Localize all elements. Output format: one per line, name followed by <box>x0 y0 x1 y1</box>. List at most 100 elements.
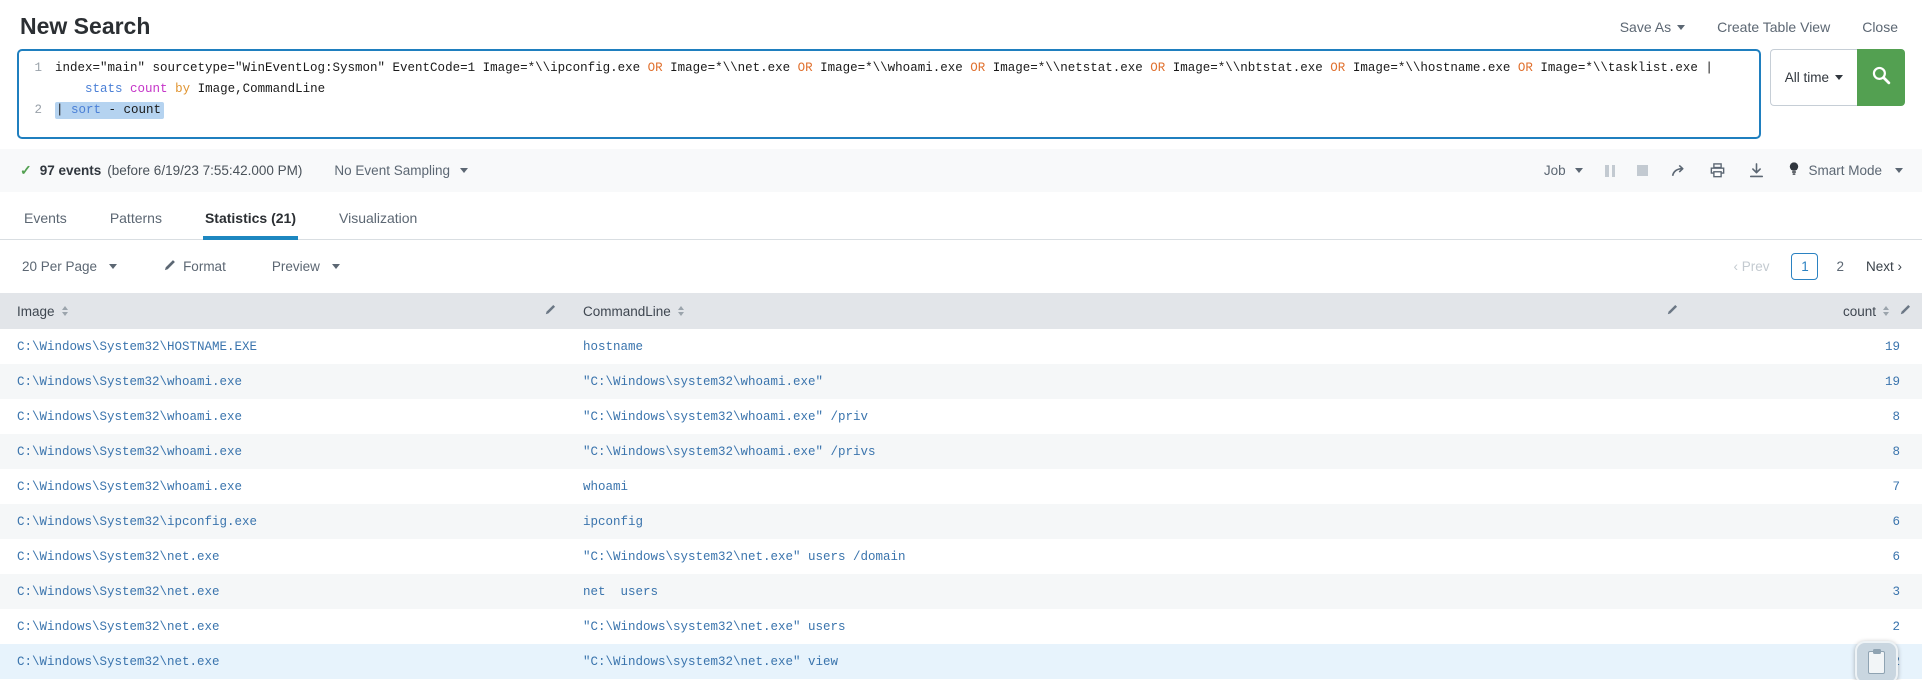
line-number: 2 <box>19 100 55 121</box>
pagination-pages: 12 <box>1791 253 1844 280</box>
page-button-2[interactable]: 2 <box>1836 259 1844 274</box>
events-count: 97 events <box>40 163 102 178</box>
tab-visualization[interactable]: Visualization <box>337 198 419 240</box>
table-row: C:\Windows\System32\net.exe"C:\Windows\s… <box>0 609 1922 644</box>
cell-image[interactable]: C:\Windows\System32\net.exe <box>0 644 566 679</box>
cell-commandline[interactable]: "C:\Windows\system32\whoami.exe" /privs <box>566 434 1688 469</box>
close-button[interactable]: Close <box>1862 19 1898 35</box>
time-range-picker[interactable]: All time <box>1770 49 1857 106</box>
cell-count[interactable]: 8 <box>1688 399 1922 434</box>
selected-text: | sort - count <box>55 102 164 119</box>
cell-commandline[interactable]: hostname <box>566 329 1688 364</box>
cell-image[interactable]: C:\Windows\System32\whoami.exe <box>0 469 566 504</box>
query-line: index="main" sourcetype="WinEventLog:Sys… <box>55 58 1713 79</box>
results-table: Image CommandLine count C:\Windows\Syste… <box>0 293 1922 679</box>
table-row: C:\Windows\System32\whoami.exe"C:\Window… <box>0 364 1922 399</box>
line-number: 1 <box>19 58 55 79</box>
caret-down-icon <box>1575 168 1583 173</box>
cell-count[interactable]: 7 <box>1688 469 1922 504</box>
share-icon[interactable] <box>1670 162 1687 179</box>
cell-image[interactable]: C:\Windows\System32\whoami.exe <box>0 399 566 434</box>
table-row: C:\Windows\System32\net.exe"C:\Windows\s… <box>0 644 1922 679</box>
cell-count[interactable]: 19 <box>1688 364 1922 399</box>
column-header-image[interactable]: Image <box>0 293 566 329</box>
pencil-icon[interactable] <box>544 303 557 319</box>
cell-image[interactable]: C:\Windows\System32\HOSTNAME.EXE <box>0 329 566 364</box>
table-row: C:\Windows\System32\net.exe"C:\Windows\s… <box>0 539 1922 574</box>
search-query-editor[interactable]: 1index="main" sourcetype="WinEventLog:Sy… <box>17 49 1761 139</box>
table-row: C:\Windows\System32\ipconfig.exeipconfig… <box>0 504 1922 539</box>
table-row: C:\Windows\System32\whoami.exewhoami7 <box>0 469 1922 504</box>
next-page-button[interactable]: Next › <box>1866 259 1902 274</box>
caret-down-icon <box>1835 75 1843 80</box>
cell-image[interactable]: C:\Windows\System32\whoami.exe <box>0 434 566 469</box>
stop-icon <box>1637 165 1648 176</box>
pagination: ‹ Prev 12 Next › <box>1733 253 1902 280</box>
format-menu[interactable]: Format <box>163 258 226 275</box>
print-icon[interactable] <box>1709 162 1726 179</box>
query-line: stats count by Image,CommandLine <box>55 79 325 100</box>
cell-count[interactable]: 6 <box>1688 539 1922 574</box>
tab-statistics-21[interactable]: Statistics (21) <box>203 198 298 240</box>
job-menu[interactable]: Job <box>1544 163 1584 178</box>
tabs: Events Patterns Statistics (21) Visualizati… <box>0 198 1922 240</box>
cell-commandline[interactable]: "C:\Windows\system32\net.exe" users /dom… <box>566 539 1688 574</box>
cell-count[interactable]: 2 <box>1688 609 1922 644</box>
cell-count[interactable]: 8 <box>1688 434 1922 469</box>
cell-commandline[interactable]: "C:\Windows\system32\net.exe" users <box>566 609 1688 644</box>
export-icon[interactable] <box>1748 162 1765 179</box>
event-sampling-menu[interactable]: No Event Sampling <box>334 163 467 178</box>
cell-count[interactable]: 19 <box>1688 329 1922 364</box>
search-icon <box>1871 65 1892 91</box>
table-header: Image CommandLine count <box>0 293 1922 329</box>
page-title: New Search <box>20 13 150 40</box>
cell-commandline[interactable]: ipconfig <box>566 504 1688 539</box>
table-row: C:\Windows\System32\net.exenet users3 <box>0 574 1922 609</box>
preview-menu[interactable]: Preview <box>272 259 340 274</box>
search-mode-menu[interactable]: Smart Mode <box>1787 161 1903 180</box>
cell-commandline[interactable]: net users <box>566 574 1688 609</box>
column-header-count[interactable]: count <box>1688 293 1922 329</box>
cell-image[interactable]: C:\Windows\System32\ipconfig.exe <box>0 504 566 539</box>
pencil-icon[interactable] <box>1899 303 1912 319</box>
prev-page-button: ‹ Prev <box>1733 259 1769 274</box>
cell-image[interactable]: C:\Windows\System32\whoami.exe <box>0 364 566 399</box>
search-bar: 1index="main" sourcetype="WinEventLog:Sy… <box>0 49 1922 139</box>
top-bar: New Search Save As Create Table View Clo… <box>0 0 1922 49</box>
events-qualifier: (before 6/19/23 7:55:42.000 PM) <box>107 163 302 178</box>
cell-count[interactable]: 3 <box>1688 574 1922 609</box>
sort-icon <box>1883 306 1889 316</box>
cell-count[interactable]: 6 <box>1688 504 1922 539</box>
search-button[interactable] <box>1857 49 1905 106</box>
lightbulb-icon <box>1787 161 1801 180</box>
caret-down-icon <box>1895 168 1903 173</box>
create-table-view-button[interactable]: Create Table View <box>1717 19 1830 35</box>
pencil-icon[interactable] <box>1666 303 1679 319</box>
cell-image[interactable]: C:\Windows\System32\net.exe <box>0 574 566 609</box>
job-done-check-icon: ✓ <box>20 162 32 179</box>
table-row: C:\Windows\System32\HOSTNAME.EXEhostname… <box>0 329 1922 364</box>
save-as-button[interactable]: Save As <box>1620 19 1685 35</box>
sort-icon <box>62 306 68 316</box>
page-button-1[interactable]: 1 <box>1791 253 1818 280</box>
table-row: C:\Windows\System32\whoami.exe"C:\Window… <box>0 434 1922 469</box>
cell-image[interactable]: C:\Windows\System32\net.exe <box>0 539 566 574</box>
clipboard-overlay-icon[interactable] <box>1855 641 1898 680</box>
caret-down-icon <box>1677 25 1685 30</box>
cell-commandline[interactable]: "C:\Windows\system32\whoami.exe" /priv <box>566 399 1688 434</box>
job-status-bar: ✓ 97 events (before 6/19/23 7:55:42.000 … <box>0 149 1922 192</box>
query-line: | sort - count <box>55 100 164 121</box>
column-header-commandline[interactable]: CommandLine <box>566 293 1688 329</box>
tab-events[interactable]: Events <box>22 198 69 240</box>
cell-commandline[interactable]: whoami <box>566 469 1688 504</box>
caret-down-icon <box>109 264 117 269</box>
results-table-body: C:\Windows\System32\HOSTNAME.EXEhostname… <box>0 329 1922 679</box>
results-controls: 20 Per Page Format Preview ‹ Prev 12 Nex… <box>0 240 1922 293</box>
table-row: C:\Windows\System32\whoami.exe"C:\Window… <box>0 399 1922 434</box>
per-page-menu[interactable]: 20 Per Page <box>22 259 117 274</box>
cell-commandline[interactable]: "C:\Windows\system32\whoami.exe" <box>566 364 1688 399</box>
tab-patterns[interactable]: Patterns <box>108 198 164 240</box>
cell-image[interactable]: C:\Windows\System32\net.exe <box>0 609 566 644</box>
cell-commandline[interactable]: "C:\Windows\system32\net.exe" view <box>566 644 1688 679</box>
caret-down-icon <box>332 264 340 269</box>
